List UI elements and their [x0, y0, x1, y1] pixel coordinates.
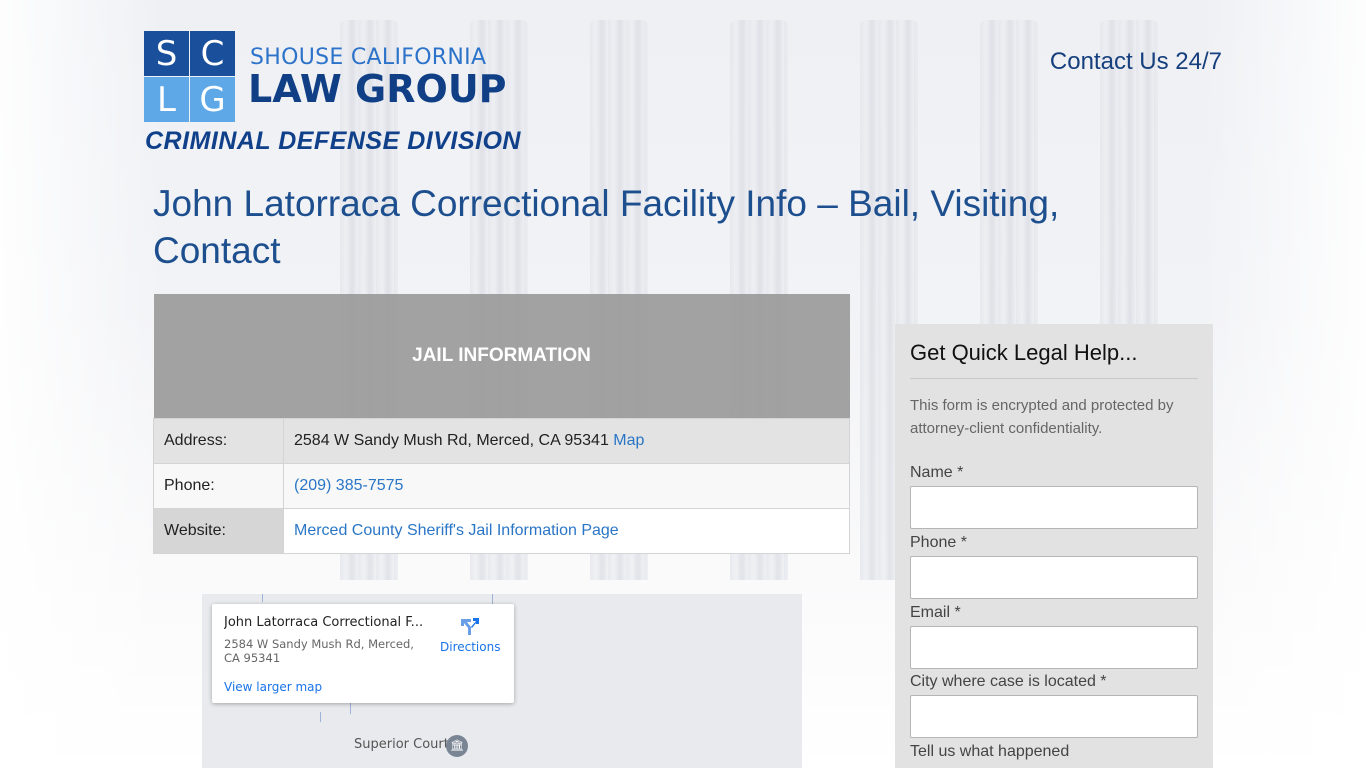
form-divider	[910, 378, 1198, 379]
address-value: 2584 W Sandy Mush Rd, Merced, CA 95341	[294, 431, 609, 449]
logo-letter-c: C	[190, 31, 235, 76]
name-field[interactable]	[910, 486, 1198, 529]
email-field[interactable]	[910, 626, 1198, 669]
table-row: Phone: (209) 385-7575	[153, 462, 850, 509]
directions-button[interactable]: Directions	[440, 616, 500, 654]
courthouse-icon[interactable]: 🏛	[446, 735, 468, 757]
name-label: Name *	[910, 464, 964, 481]
logo-letter-s: S	[144, 31, 189, 76]
logo-mark: S C L G	[144, 31, 235, 122]
map-place-name: John Latorraca Correctional F...	[224, 615, 424, 630]
map-road	[320, 712, 321, 722]
division-title: CRIMINAL DEFENSE DIVISION	[145, 127, 521, 155]
city-label: City where case is located *	[910, 673, 1107, 690]
logo-main-line: LAW GROUP	[248, 67, 507, 111]
city-field[interactable]	[910, 695, 1198, 738]
map-link[interactable]: Map	[613, 432, 644, 449]
directions-label: Directions	[440, 640, 501, 654]
contact-us-link[interactable]: Contact Us 24/7	[1050, 48, 1222, 76]
jail-info-table: JAIL INFORMATION Address: 2584 W Sandy M…	[153, 294, 850, 554]
table-row: Address: 2584 W Sandy Mush Rd, Merced, C…	[153, 417, 850, 464]
map-info-card: John Latorraca Correctional F... 2584 W …	[212, 604, 514, 703]
form-heading: Get Quick Legal Help...	[910, 340, 1138, 365]
website-link[interactable]: Merced County Sheriff's Jail Information…	[294, 522, 619, 539]
address-cell: 2584 W Sandy Mush Rd, Merced, CA 95341 M…	[283, 417, 850, 464]
phone-field-label: Phone *	[910, 534, 967, 551]
logo-letter-g: G	[190, 77, 235, 122]
email-label: Email *	[910, 604, 961, 621]
website-cell: Merced County Sheriff's Jail Information…	[283, 507, 850, 554]
map-poi-label: Superior Court	[354, 737, 449, 752]
view-larger-map-link[interactable]: View larger map	[224, 680, 322, 694]
phone-cell: (209) 385-7575	[283, 462, 850, 509]
directions-icon	[461, 618, 479, 635]
legal-help-form: Get Quick Legal Help... This form is enc…	[895, 324, 1213, 768]
page-title: John Latorraca Correctional Facility Inf…	[153, 183, 1060, 271]
embedded-map[interactable]: John Latorraca Correctional F... 2584 W …	[202, 594, 802, 768]
jail-info-heading: JAIL INFORMATION	[153, 294, 850, 418]
map-place-address: 2584 W Sandy Mush Rd, Merced, CA 95341	[224, 637, 414, 665]
logo-letter-l: L	[144, 77, 189, 122]
map-road	[350, 702, 351, 714]
form-confidentiality-note: This form is encrypted and protected by …	[910, 397, 1174, 437]
address-label: Address:	[153, 417, 284, 464]
map-road	[492, 594, 493, 604]
table-row: Website: Merced County Sheriff's Jail In…	[153, 507, 850, 554]
phone-link[interactable]: (209) 385-7575	[294, 477, 403, 494]
phone-field[interactable]	[910, 556, 1198, 599]
happened-label: Tell us what happened	[910, 743, 1070, 760]
website-label: Website:	[153, 507, 284, 554]
phone-label: Phone:	[153, 462, 284, 509]
map-road	[262, 594, 263, 602]
